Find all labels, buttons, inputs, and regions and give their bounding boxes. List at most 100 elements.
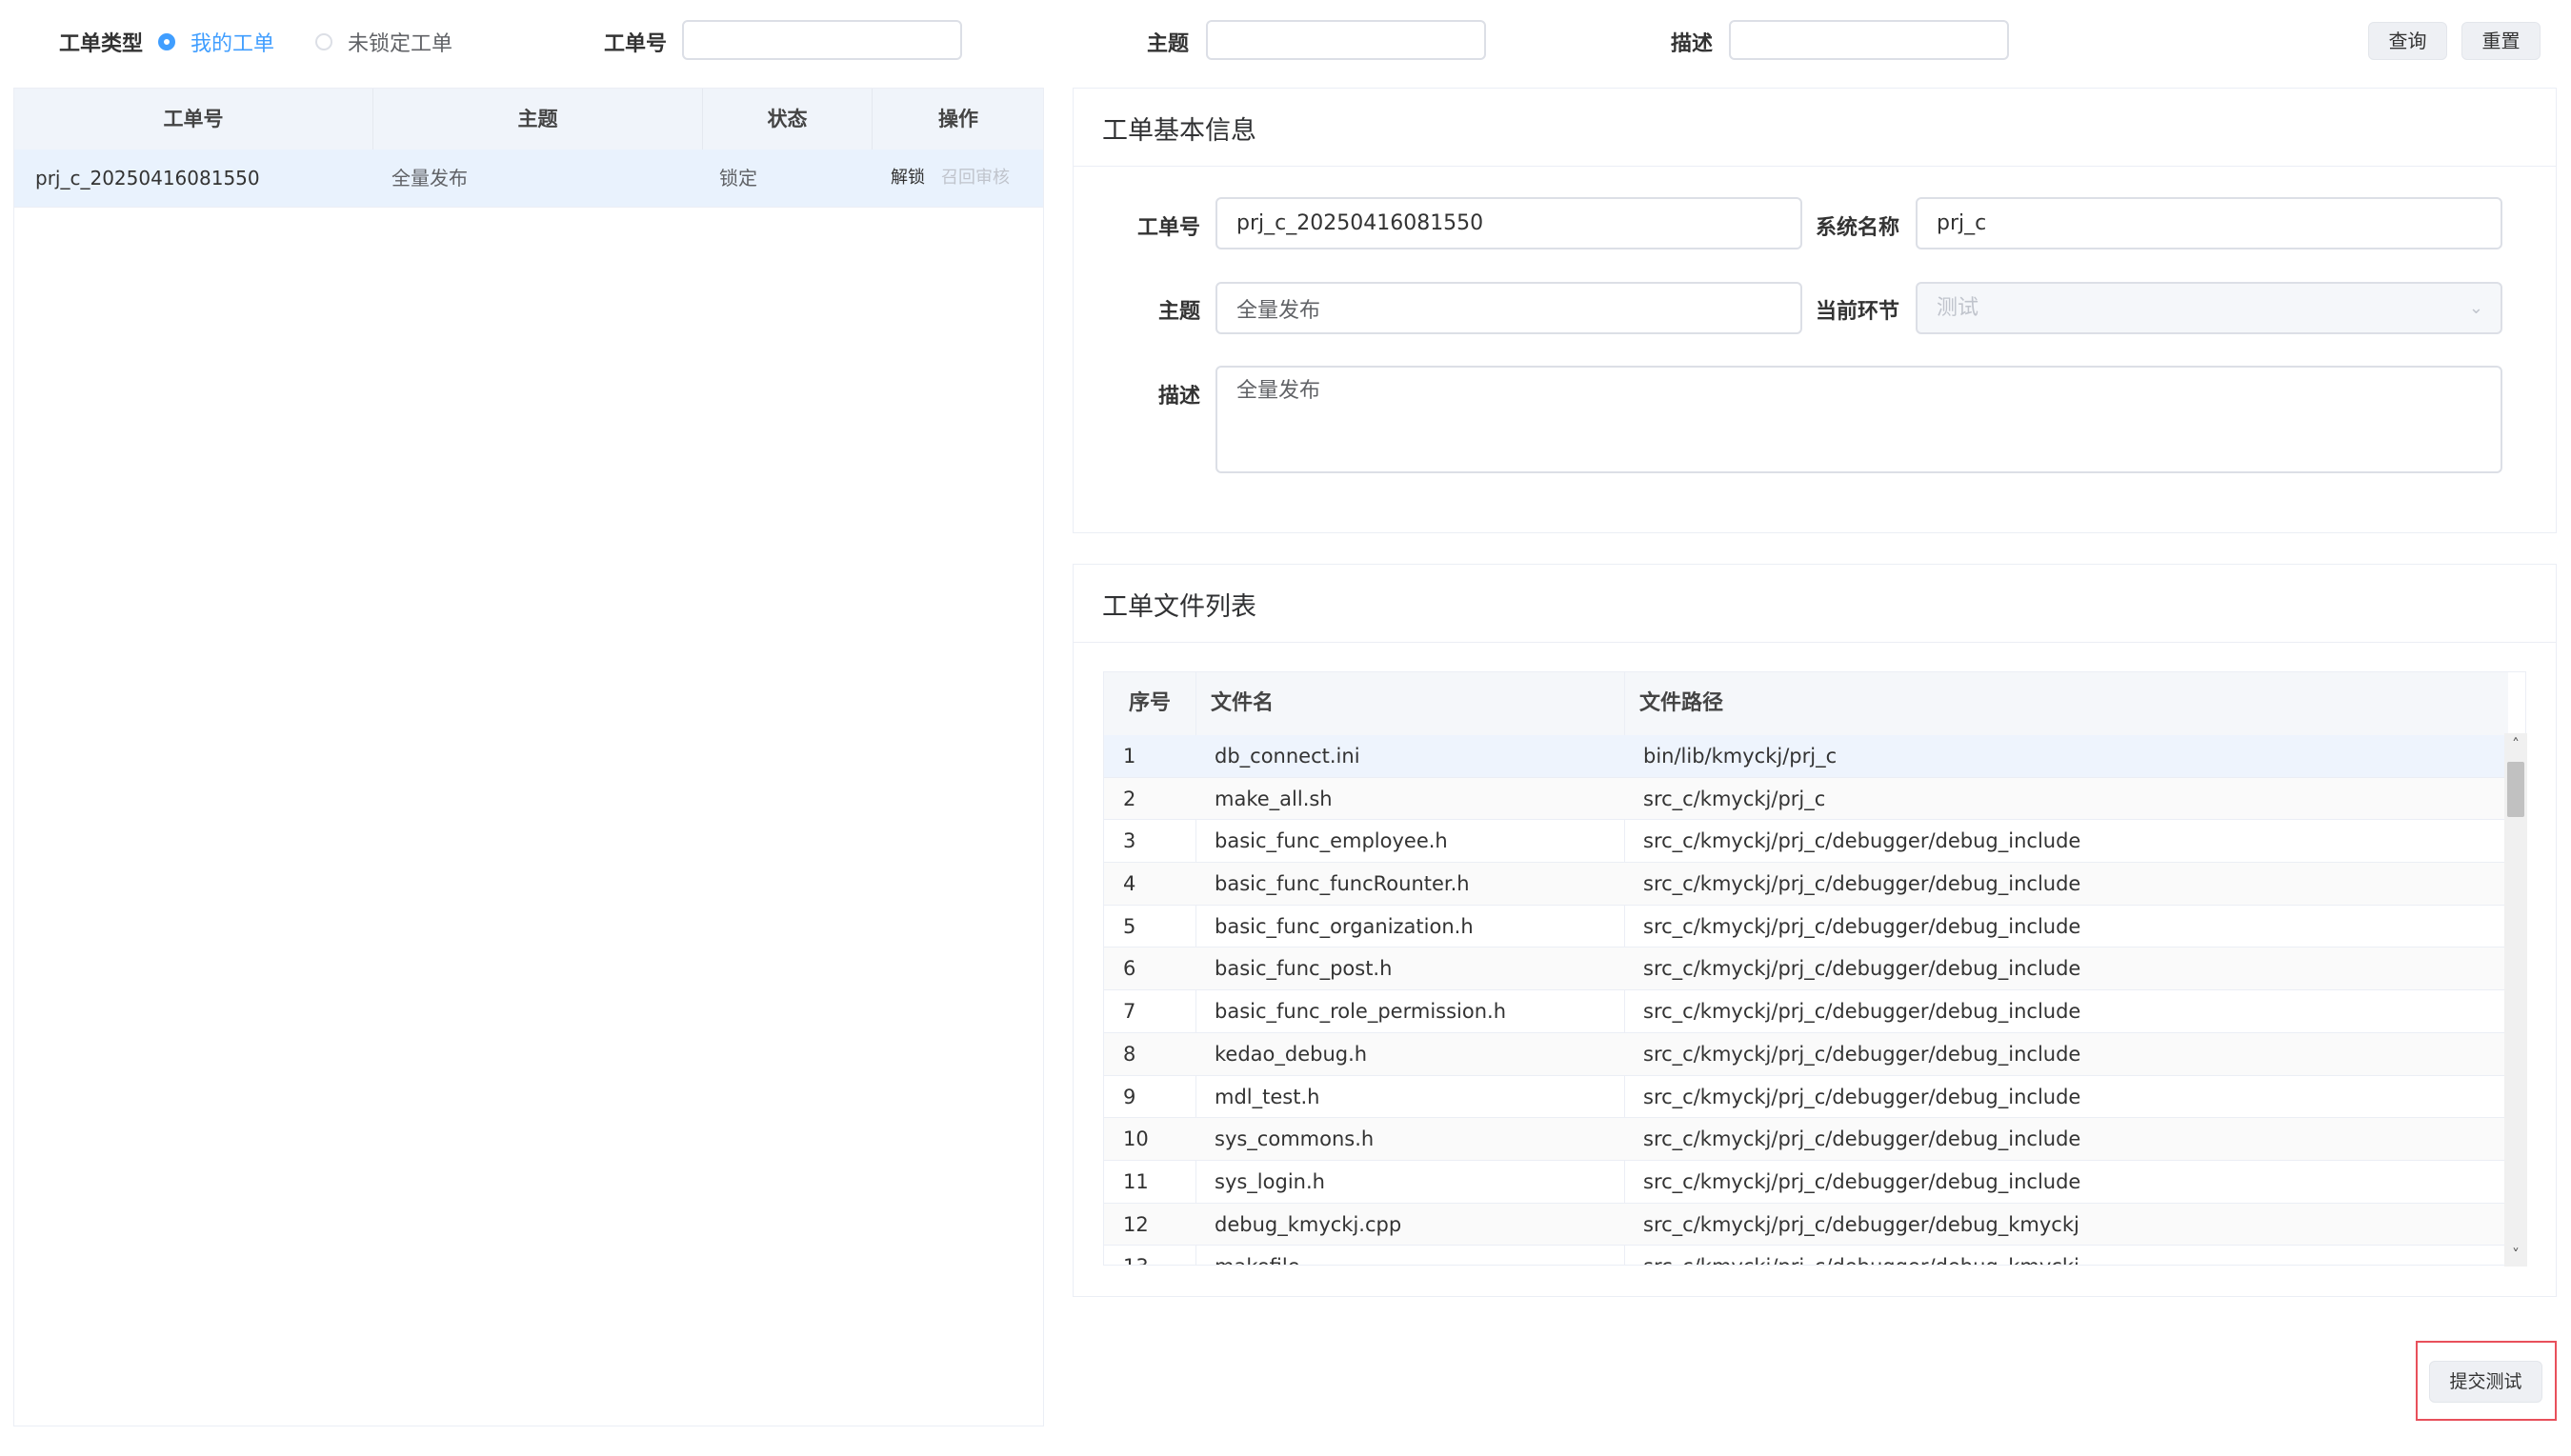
basic-info-title: 工单基本信息 [1102,116,1256,146]
file-index: 1 [1123,745,1136,768]
file-table-header: 序号 文件名 文件路径 [1104,672,2508,736]
row-order-no: prj_c_20250416081550 [35,167,260,189]
scrollbar-thumb[interactable] [2507,762,2524,817]
file-table-scrollbar[interactable]: ˄ ˅ [2504,733,2527,1267]
scroll-down-icon[interactable]: ˅ [2504,1244,2527,1267]
file-name: basic_func_role_permission.h [1215,1000,1507,1024]
file-path: src_c/kmyckj/prj_c/debugger/debug_includ… [1643,957,2081,981]
col-header-filename: 文件名 [1211,691,1275,715]
subject-filter-input[interactable] [1206,20,1486,60]
file-index: 9 [1123,1085,1136,1108]
file-path: src_c/kmyckj/prj_c/debugger/debug_includ… [1643,1127,2081,1151]
file-index: 2 [1123,787,1136,810]
file-index: 4 [1123,872,1136,896]
order-no-label: 工单号 [1136,216,1200,240]
file-index: 8 [1123,1042,1136,1066]
file-name: basic_func_post.h [1215,957,1393,981]
radio-my-orders-label: 我的工单 [191,32,275,56]
description-field[interactable]: 全量发布 [1215,366,2502,473]
recall-review-link[interactable]: 召回审核 [941,150,1010,207]
col-header-action: 操作 [938,108,978,130]
table-row[interactable]: 6 basic_func_post.h src_c/kmyckj/prj_c/deb… [1104,947,2508,991]
system-name-field[interactable] [1916,197,2502,249]
file-index: 7 [1123,1000,1136,1024]
unlock-link[interactable]: 解锁 [891,150,925,207]
desc-filter-label: 描述 [1671,32,1714,56]
basic-info-header: 工单基本信息 [1074,89,2556,167]
file-index: 3 [1123,829,1136,853]
file-table-body: 1 db_connect.ini bin/lib/kmyckj/prj_c 2 make… [1104,735,2508,1265]
file-index: 12 [1123,1212,1149,1236]
file-name: basic_func_funcRounter.h [1215,872,1470,896]
system-name-label: 系统名称 [1815,216,1899,240]
desc-filter-input[interactable] [1729,20,2009,60]
description-label: 描述 [1157,385,1200,409]
col-header-subject: 主题 [373,89,703,150]
file-index: 5 [1123,914,1136,938]
order-no-filter-input[interactable] [682,20,962,60]
table-row[interactable]: 13 makefile src_c/kmyckj/prj_c/debugger/de… [1104,1246,2508,1265]
file-index: 11 [1123,1169,1149,1193]
file-path: bin/lib/kmyckj/prj_c [1643,745,1838,768]
scroll-up-icon[interactable]: ˄ [2504,733,2527,756]
radio-unlocked-orders[interactable]: 未锁定工单 [315,27,452,57]
file-index: 10 [1123,1127,1149,1151]
table-row[interactable]: 11 sys_login.h src_c/kmyckj/prj_c/debugger… [1104,1161,2508,1204]
file-index: 6 [1123,957,1136,981]
file-name: makefile [1215,1246,1300,1265]
file-path: src_c/kmyckj/prj_c/debugger/debug_includ… [1643,872,2081,896]
table-row[interactable]: 5 basic_func_organization.h src_c/kmyckj/p… [1104,906,2508,948]
file-name: mdl_test.h [1215,1085,1320,1108]
table-row[interactable]: 4 basic_func_funcRounter.h src_c/kmyckj/pr… [1104,863,2508,906]
subject-field[interactable] [1215,282,1802,334]
table-row[interactable]: 10 sys_commons.h src_c/kmyckj/prj_c/debugg… [1104,1118,2508,1161]
submit-test-button[interactable]: 提交测试 [2429,1361,2542,1403]
radio-unlocked-orders-label: 未锁定工单 [348,32,453,56]
current-stage-select: 测试 ⌄ [1916,282,2502,334]
file-path: src_c/kmyckj/prj_c/debugger/debug_includ… [1643,1085,2081,1108]
work-order-table: 工单号 主题 状态 操作 prj_c_20250416081550 全量发布 锁… [13,88,1044,1426]
table-row[interactable]: 3 basic_func_employee.h src_c/kmyckj/prj_c… [1104,820,2508,864]
file-path: src_c/kmyckj/prj_c/debugger/debug_kmyckj [1643,1246,2079,1265]
radio-unchecked-icon [315,33,332,50]
file-index: 13 [1123,1246,1149,1265]
order-type-label: 工单类型 [59,32,144,56]
radio-my-orders[interactable]: 我的工单 [158,27,274,57]
order-no-field[interactable] [1215,197,1802,249]
file-path: src_c/kmyckj/prj_c/debugger/debug_includ… [1643,1042,2081,1066]
current-stage-value: 测试 [1937,296,1979,320]
work-order-table-header: 工单号 主题 状态 操作 [14,89,1043,150]
file-path: src_c/kmyckj/prj_c/debugger/debug_includ… [1643,914,2081,938]
table-row[interactable]: 2 make_all.sh src_c/kmyckj/prj_c [1104,777,2508,821]
chevron-down-icon: ⌄ [2468,298,2483,318]
reset-button[interactable]: 重置 [2461,22,2541,60]
file-name: make_all.sh [1215,787,1333,810]
file-name: basic_func_employee.h [1215,829,1448,853]
file-list-header: 工单文件列表 [1074,565,2556,643]
col-header-order-no: 工单号 [14,89,373,150]
file-path: src_c/kmyckj/prj_c/debugger/debug_includ… [1643,1169,2081,1193]
file-name: debug_kmyckj.cpp [1215,1212,1402,1236]
table-row[interactable]: prj_c_20250416081550 全量发布 锁定 解锁 召回审核 [14,150,1043,208]
file-name: sys_login.h [1215,1169,1325,1193]
radio-checked-icon [158,33,175,50]
table-row[interactable]: 7 basic_func_role_permission.h src_c/kmyck… [1104,990,2508,1033]
query-button[interactable]: 查询 [2368,22,2447,60]
file-path: src_c/kmyckj/prj_c/debugger/debug_includ… [1643,829,2081,853]
table-row[interactable]: 12 debug_kmyckj.cpp src_c/kmyckj/prj_c/deb… [1104,1203,2508,1247]
file-name: basic_func_organization.h [1215,914,1474,938]
row-status: 锁定 [719,167,757,189]
row-subject: 全量发布 [392,167,468,189]
file-path: src_c/kmyckj/prj_c/debugger/debug_kmyckj [1643,1212,2079,1236]
file-path: src_c/kmyckj/prj_c/debugger/debug_includ… [1643,1000,2081,1024]
col-header-filepath: 文件路径 [1639,691,1724,715]
file-path: src_c/kmyckj/prj_c [1643,787,1826,810]
current-stage-label: 当前环节 [1815,300,1899,324]
table-row[interactable]: 8 kedao_debug.h src_c/kmyckj/prj_c/debugge… [1104,1032,2508,1076]
col-header-index: 序号 [1129,691,1172,715]
file-name: kedao_debug.h [1215,1042,1368,1066]
file-table: 序号 文件名 文件路径 1 db_connect.ini bin/lib/kmyck… [1103,671,2526,1266]
table-row[interactable]: 9 mdl_test.h src_c/kmyckj/prj_c/debugger/d… [1104,1076,2508,1119]
table-row[interactable]: 1 db_connect.ini bin/lib/kmyckj/prj_c [1104,735,2508,778]
file-list-title: 工单文件列表 [1102,592,1256,622]
